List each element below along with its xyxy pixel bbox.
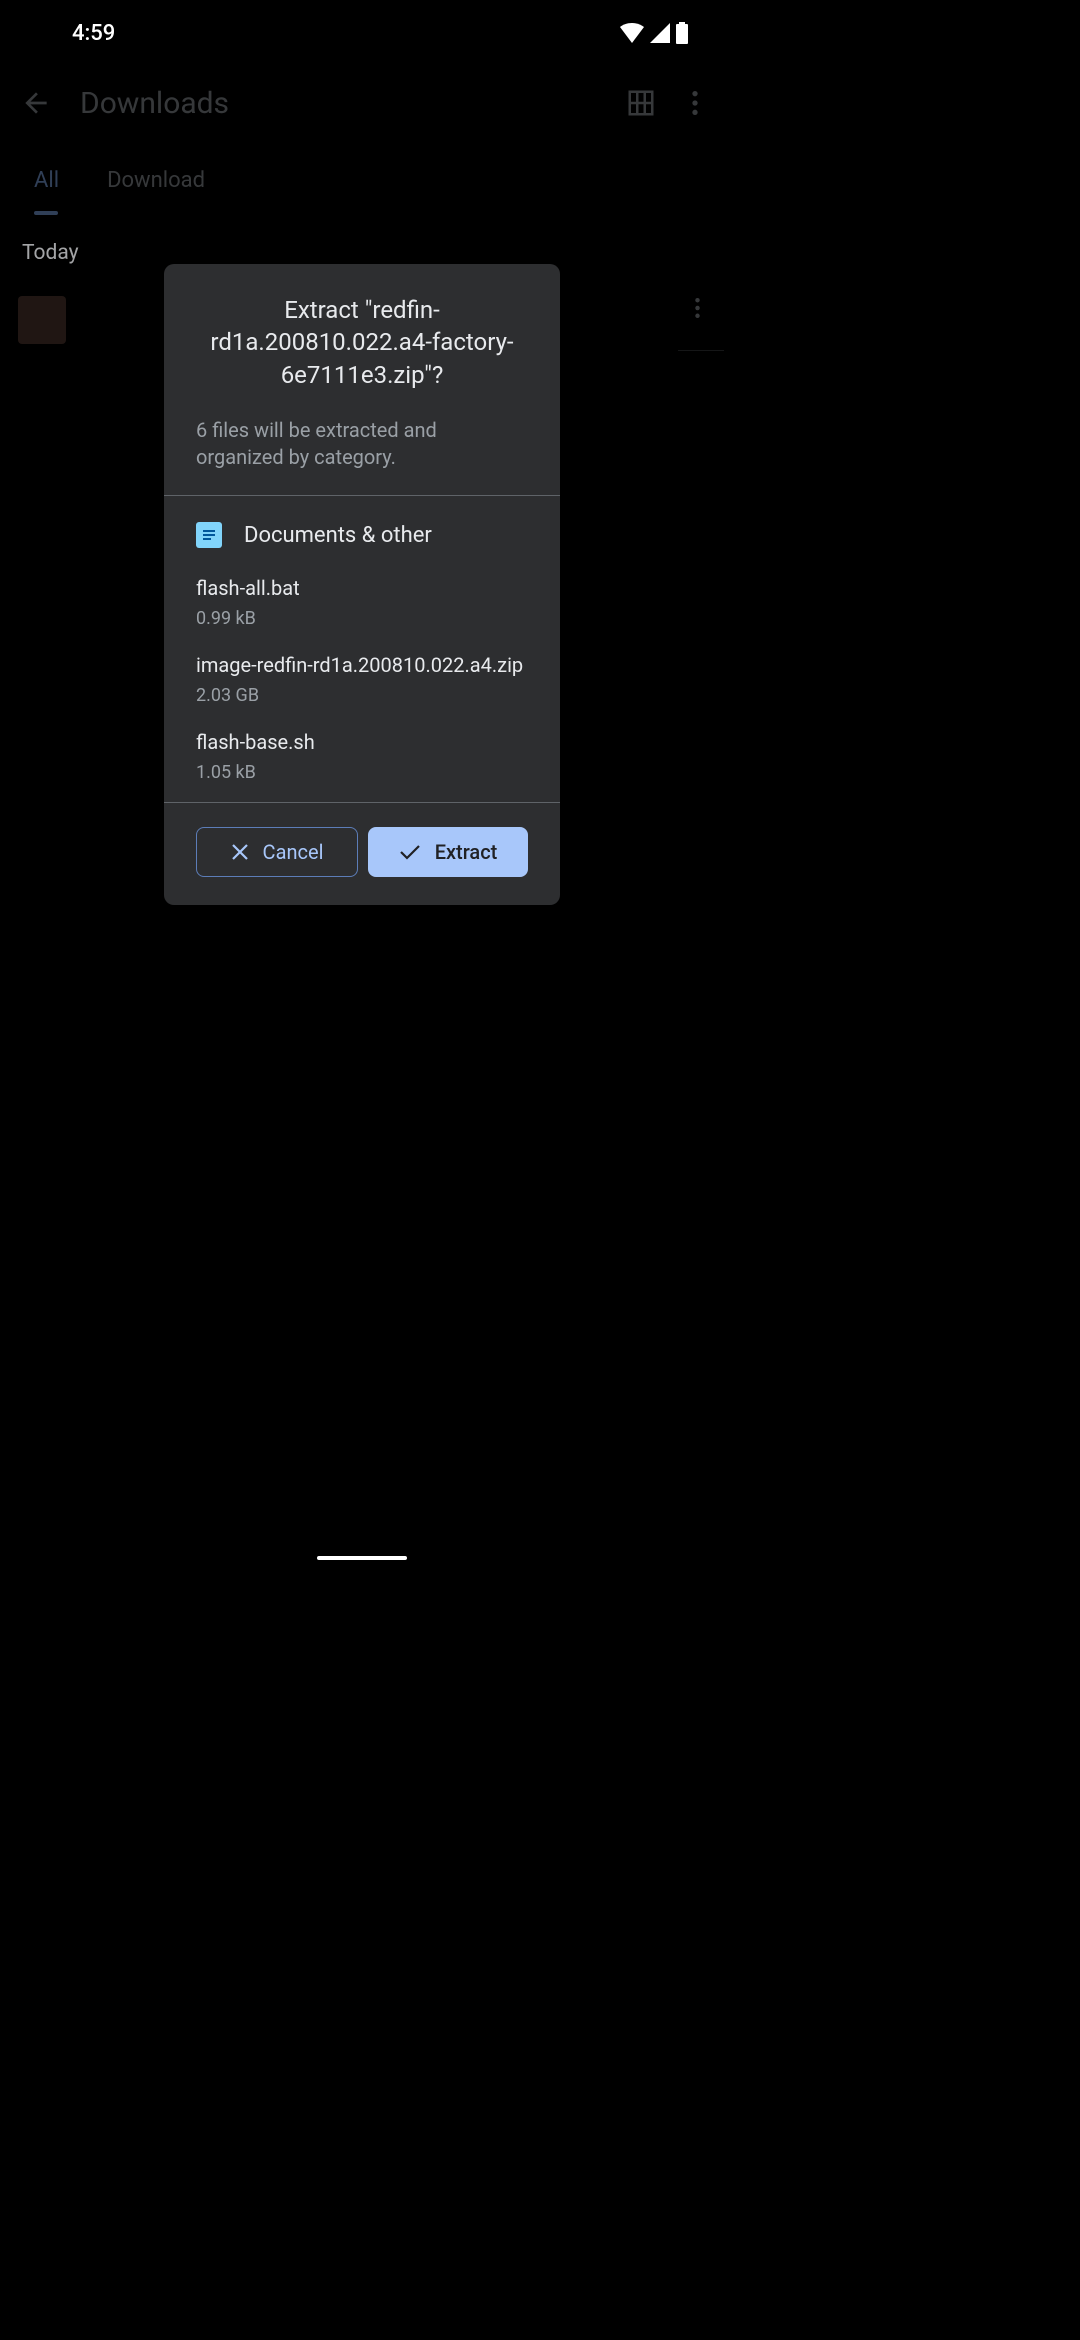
document-icon xyxy=(196,522,222,548)
category-title: Documents & other xyxy=(244,523,432,548)
dialog-title: Extract "redfin-rd1a.200810.022.a4-facto… xyxy=(196,294,528,391)
extract-label: Extract xyxy=(435,840,498,864)
file-item: image-redfin-rd1a.200810.022.a4.zip 2.03… xyxy=(196,653,528,706)
cancel-button[interactable]: Cancel xyxy=(196,827,358,877)
category-header: Documents & other xyxy=(196,522,528,548)
cancel-label: Cancel xyxy=(263,840,324,864)
dialog-subtitle: 6 files will be extracted and organized … xyxy=(196,417,528,471)
check-icon xyxy=(399,843,421,861)
extract-button[interactable]: Extract xyxy=(368,827,528,877)
file-name: flash-all.bat xyxy=(196,576,528,600)
file-name: flash-base.sh xyxy=(196,730,528,754)
close-icon xyxy=(231,843,249,861)
file-item: flash-base.sh 1.05 kB xyxy=(196,730,528,778)
file-size: 2.03 GB xyxy=(196,685,528,706)
nav-bar-handle[interactable] xyxy=(317,1556,407,1560)
extract-dialog: Extract "redfin-rd1a.200810.022.a4-facto… xyxy=(164,264,560,905)
file-size: 0.99 kB xyxy=(196,608,528,629)
file-size: 1.05 kB xyxy=(196,762,528,778)
dialog-backdrop: Extract "redfin-rd1a.200810.022.a4-facto… xyxy=(0,0,724,1568)
file-item: flash-all.bat 0.99 kB xyxy=(196,576,528,629)
file-name: image-redfin-rd1a.200810.022.a4.zip xyxy=(196,653,528,677)
